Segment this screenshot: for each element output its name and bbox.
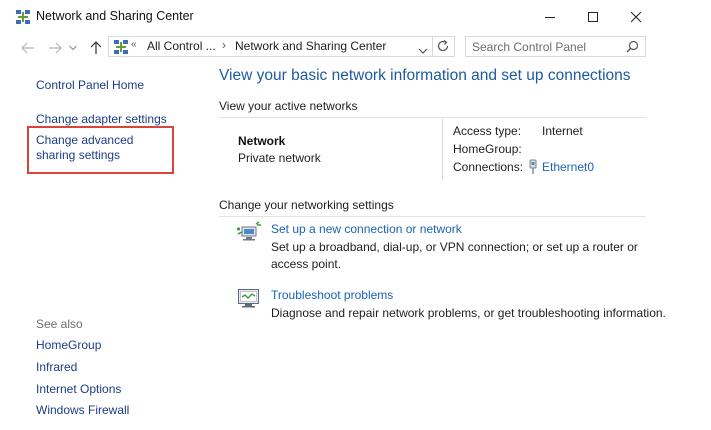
active-networks-heading: View your active networks — [219, 99, 358, 113]
homegroup-label: HomeGroup: — [453, 142, 522, 156]
setup-connection-description: Set up a broadband, dial-up, or VPN conn… — [271, 240, 638, 271]
ethernet-icon — [528, 159, 538, 175]
control-panel-home-link[interactable]: Control Panel Home — [36, 78, 144, 93]
forward-button[interactable] — [44, 40, 66, 56]
troubleshoot-icon — [237, 287, 261, 309]
page-title: View your basic network information and … — [219, 67, 631, 84]
search-input[interactable]: Search Control Panel — [465, 36, 646, 57]
connections-label: Connections: — [453, 160, 524, 174]
breadcrumb-separator[interactable]: › — [222, 38, 226, 52]
address-dropdown-icon[interactable] — [418, 42, 430, 54]
homegroup-link[interactable]: HomeGroup — [36, 338, 101, 353]
troubleshoot-description: Diagnose and repair network problems, or… — [271, 306, 666, 320]
ethernet-connection-link[interactable]: Ethernet0 — [542, 160, 594, 174]
up-button[interactable] — [85, 40, 107, 56]
address-bar[interactable]: « All Control ... › Network and Sharing … — [108, 36, 455, 57]
search-icon[interactable] — [626, 40, 639, 53]
address-divider — [432, 37, 433, 56]
highlight-box — [27, 126, 174, 174]
section-divider — [219, 117, 646, 118]
control-panel-icon — [113, 39, 129, 55]
troubleshoot-link[interactable]: Troubleshoot problems — [271, 288, 393, 302]
see-also-label: See also — [36, 317, 83, 331]
setup-connection-link[interactable]: Set up a new connection or network — [271, 222, 462, 236]
change-adapter-settings-link[interactable]: Change adapter settings — [36, 112, 167, 127]
new-connection-icon — [236, 221, 262, 243]
infrared-link[interactable]: Infrared — [36, 360, 77, 375]
search-placeholder: Search Control Panel — [472, 40, 587, 54]
breadcrumb-current[interactable]: Network and Sharing Center — [235, 39, 386, 53]
breadcrumb-root[interactable]: All Control ... — [147, 39, 216, 53]
network-center-icon — [15, 9, 31, 25]
maximize-button[interactable] — [570, 2, 616, 32]
minimize-button[interactable] — [527, 2, 573, 32]
access-type-label: Access type: — [453, 124, 522, 138]
network-details-divider — [442, 119, 443, 179]
breadcrumb-overflow[interactable]: « — [131, 39, 137, 50]
window-title: Network and Sharing Center — [36, 9, 194, 23]
internet-options-link[interactable]: Internet Options — [36, 382, 121, 397]
refresh-icon[interactable] — [436, 39, 450, 53]
title-bar: Network and Sharing Center — [0, 0, 711, 34]
network-category: Private network — [238, 151, 321, 165]
recent-pages-button[interactable] — [66, 40, 80, 56]
network-name: Network — [238, 134, 286, 148]
back-button[interactable] — [17, 40, 39, 56]
access-type-value: Internet — [542, 124, 583, 138]
section-divider — [219, 216, 646, 217]
close-button[interactable] — [613, 2, 659, 32]
windows-firewall-link[interactable]: Windows Firewall — [36, 403, 129, 418]
networking-settings-heading: Change your networking settings — [219, 198, 394, 212]
